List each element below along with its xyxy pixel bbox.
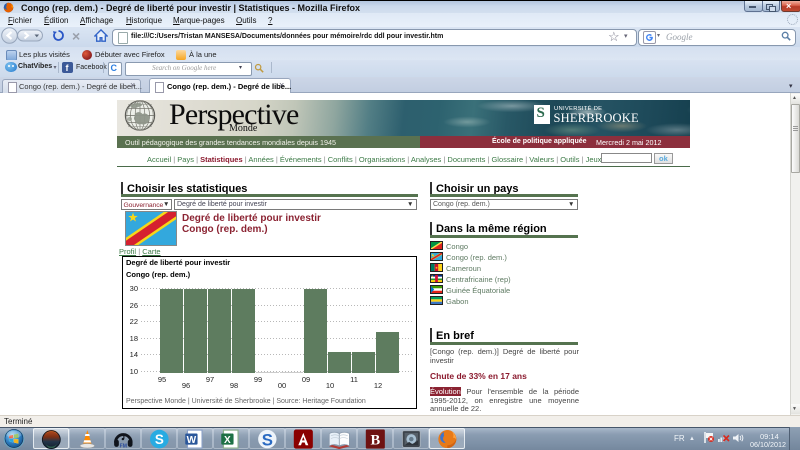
svg-text:S: S (262, 431, 273, 450)
svg-text:W: W (187, 435, 197, 446)
svg-text:B: B (370, 433, 380, 449)
svg-text:S: S (155, 432, 164, 447)
svg-text:X: X (224, 435, 231, 446)
svg-text:FM: FM (120, 443, 127, 449)
